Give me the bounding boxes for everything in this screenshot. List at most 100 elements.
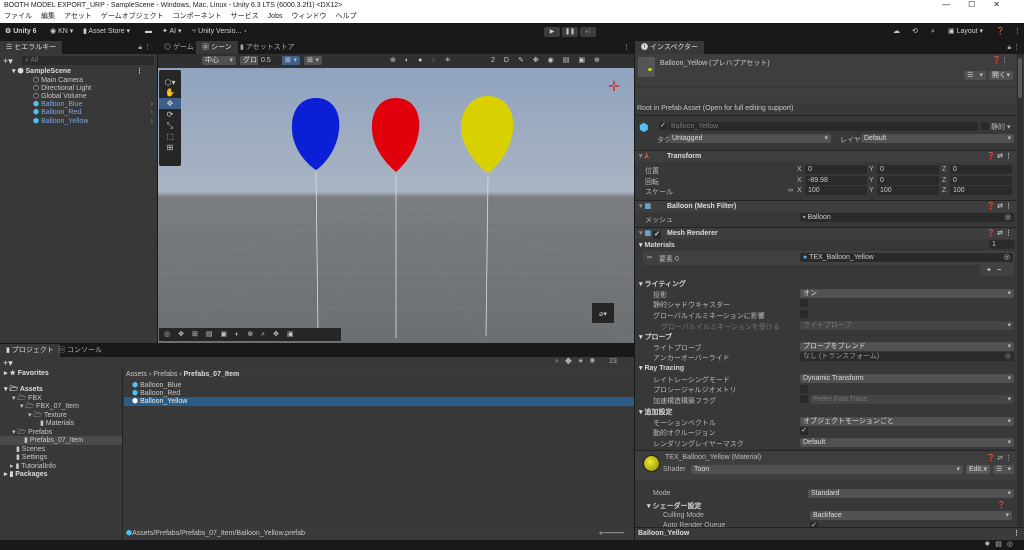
bottom-tools-overlay[interactable]: ◎✥⊞▤▣◐⊕⌕✥▣	[159, 328, 341, 341]
tree-folder[interactable]: ▮ Materials	[40, 419, 122, 428]
tab-console[interactable]: ▤ コンソール	[52, 344, 108, 357]
hierarchy-search-input[interactable]: ⌕ All	[22, 56, 154, 65]
add-remove-buttons[interactable]: +−	[980, 265, 1014, 276]
tree-favorites[interactable]: ▸ ★ Favorites	[4, 369, 122, 378]
tree-folder[interactable]: ▾ 🗁︎ FBX_07_Item	[20, 402, 122, 411]
tree-folder-selected[interactable]: ▮ Prefabs_07_Item	[0, 436, 122, 445]
scene-viewport[interactable]: ⬡▾ ✋ ✥ ⟳ ⤡ ⬚ ⊞ ✛ ◎✥⊞▤▣◐⊕⌕✥▣ ⌀▾	[158, 68, 634, 343]
scene-view-toggles[interactable]: 2D✎✥◉▤▣⊕	[491, 56, 609, 64]
probes-foldout[interactable]: ▾ プローブ	[639, 332, 672, 342]
breadcrumb-item[interactable]: Prefabs_07_Item	[184, 371, 240, 378]
material-field[interactable]: ● TEX_Balloon_Yellow ◎	[800, 253, 1013, 262]
rotate-tool[interactable]: ⟳	[159, 109, 181, 120]
menu-assets[interactable]: アセット	[64, 13, 92, 20]
axis-label-z[interactable]: Z	[942, 177, 946, 184]
materials-count[interactable]: 1	[989, 240, 1014, 249]
cloud-icon[interactable]: ☁	[893, 23, 900, 41]
mode-dropdown[interactable]: Standard	[808, 489, 1014, 498]
hierarchy-item[interactable]: ⬢ Balloon_Red ›	[33, 108, 157, 117]
maximize-button[interactable]: ☐	[968, 0, 993, 9]
scale-z-field[interactable]: 100	[950, 186, 1012, 195]
materials-foldout[interactable]: ▾ Materials	[639, 241, 675, 249]
breadcrumb-item[interactable]: Prefabs	[153, 371, 177, 378]
position-z-field[interactable]: 0	[950, 165, 1012, 174]
hierarchy-item[interactable]: ⬢ Balloon_Yellow ›	[33, 117, 157, 126]
scene-root[interactable]: ▾ ⬢ SampleScene ⋮	[12, 67, 157, 76]
store-icon[interactable]: ▬	[145, 23, 152, 41]
close-button[interactable]: ✕	[993, 0, 1018, 9]
rotation-x-field[interactable]: -89.98	[805, 176, 867, 185]
lighting-foldout[interactable]: ▾ ライティング	[639, 279, 686, 289]
menu-edit[interactable]: 編集	[41, 13, 55, 20]
scale-y-field[interactable]: 100	[877, 186, 939, 195]
minimize-button[interactable]: —	[942, 0, 968, 9]
name-field[interactable]: Balloon_Yellow	[668, 122, 978, 131]
position-x-field[interactable]: 0	[805, 165, 867, 174]
menu-gameobject[interactable]: ゲームオブジェクト	[101, 13, 164, 20]
tab-inspector[interactable]: ❶ インスペクター	[635, 41, 705, 54]
pivot-dropdown[interactable]: 中心	[202, 56, 236, 65]
menu-file[interactable]: ファイル	[4, 13, 32, 20]
help-icon[interactable]: ❓	[997, 501, 1006, 509]
menu-component[interactable]: コンポーネント	[173, 13, 222, 20]
menu-jobs[interactable]: Jobs	[268, 13, 283, 20]
shader-menu-dropdown[interactable]: ☰	[993, 465, 1014, 474]
axis-label-x[interactable]: X	[797, 166, 802, 173]
axis-label-z[interactable]: Z	[942, 166, 946, 173]
scene-menu-icon[interactable]: ⋮	[136, 67, 143, 76]
component-menu-icons[interactable]: ❓ ⇄ ⋮	[987, 201, 1012, 213]
dynamic-occlusion-checkbox[interactable]: ✓	[800, 427, 808, 435]
version-control-button[interactable]: ⑂ Unity Versio... ▾	[192, 23, 247, 41]
scene-gizmo[interactable]: ✛	[608, 78, 620, 95]
additional-foldout[interactable]: ▾ 追加設定	[639, 407, 672, 417]
ray-tracing-foldout[interactable]: ▾ Ray Tracing	[639, 364, 684, 372]
transform-tool[interactable]: ⊞	[159, 142, 181, 153]
rotation-z-field[interactable]: 0	[950, 176, 1012, 185]
drag-handle[interactable]: ═	[647, 254, 652, 261]
lock-icon[interactable]: 🔒︎ ⋮	[138, 43, 151, 52]
shader-settings-foldout[interactable]: ▾ シェーダー設定	[647, 501, 701, 511]
axis-label-z[interactable]: Z	[942, 187, 946, 194]
menu-window[interactable]: ウィンドウ	[291, 13, 326, 20]
inspector-scrollbar[interactable]	[1017, 54, 1023, 526]
breadcrumb-item[interactable]: Assets	[126, 371, 147, 378]
menu-help[interactable]: ヘルプ	[335, 13, 356, 20]
help-icon[interactable]: ❓	[996, 23, 1005, 41]
project-toolbar-icons[interactable]: ⌕◆★◉ 23	[555, 358, 617, 366]
component-menu-icons[interactable]: ❓ ⇄ ⋮	[987, 151, 1012, 163]
tool-mode-dropdown[interactable]: ⬡▾	[159, 78, 181, 87]
edit-shader-button[interactable]: Edit...	[966, 465, 990, 474]
more-icon[interactable]: ⋮	[1014, 23, 1021, 41]
asset-store-button[interactable]: ▮ Asset Store ▾	[83, 23, 130, 41]
tree-packages[interactable]: ▸ ▮ Packages	[4, 470, 122, 479]
prefab-menu-dropdown[interactable]: ☰	[964, 71, 986, 80]
ai-button[interactable]: ✦ AI ▾	[162, 23, 182, 41]
grid-snap-button[interactable]: ⊞	[282, 56, 300, 65]
axis-label-x[interactable]: X	[797, 177, 802, 184]
icon-size-slider[interactable]: ●━━━━━	[599, 528, 624, 540]
mesh-filter-header[interactable]: ▾ ▦ Balloon (Mesh Filter) ❓ ⇄ ⋮	[635, 200, 1016, 212]
anchor-override-field[interactable]: なし (トランスフォーム) ◎	[800, 352, 1014, 361]
procedural-checkbox[interactable]	[800, 385, 808, 393]
search-icon[interactable]: ⌕	[931, 23, 935, 41]
draw-mode-buttons[interactable]: ⊕◐●◌☀	[390, 56, 460, 64]
open-prefab-button[interactable]: 開く	[989, 71, 1013, 80]
history-icon[interactable]: ⟲	[912, 23, 918, 41]
tab-project[interactable]: ▮ プロジェクト	[0, 344, 60, 357]
enabled-checkbox[interactable]: ✓	[653, 231, 662, 239]
axis-label-x[interactable]: X	[797, 187, 802, 194]
shader-dropdown[interactable]: Toon	[691, 465, 963, 474]
step-button[interactable]: ▸|	[580, 27, 596, 37]
transform-header[interactable]: ▾ ⅄ Transform ❓ ⇄ ⋮	[635, 150, 1016, 162]
chevron-right-icon[interactable]: ›	[151, 117, 153, 126]
tab-scene[interactable]: ▦ シーン	[196, 41, 238, 54]
play-button[interactable]: ▶	[544, 27, 560, 37]
static-shadow-checkbox[interactable]	[800, 299, 808, 307]
grid-toggle-button[interactable]: ⊞	[304, 56, 322, 65]
mesh-renderer-header[interactable]: ▾ ▦ ✓ Mesh Renderer ❓ ⇄ ⋮	[635, 227, 1016, 239]
axis-label-y[interactable]: Y	[869, 187, 874, 194]
scrollbar-thumb[interactable]	[1018, 58, 1022, 98]
accel-checkbox[interactable]	[800, 395, 808, 403]
blue-balloon[interactable]	[291, 98, 340, 170]
object-picker-icon[interactable]: ◎	[1005, 213, 1011, 222]
